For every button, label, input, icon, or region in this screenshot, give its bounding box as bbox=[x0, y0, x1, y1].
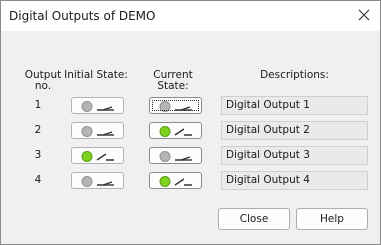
output-number: 1 bbox=[34, 99, 42, 111]
toggle-switch-icon bbox=[159, 151, 192, 162]
header-current-state: Current State: bbox=[147, 70, 199, 92]
description-field-4[interactable]: Digital Output 4 bbox=[221, 171, 368, 190]
state-indicator-light bbox=[159, 101, 171, 112]
state-indicator-light bbox=[81, 126, 93, 137]
window-title: Digital Outputs of DEMO bbox=[9, 9, 156, 23]
initial-state-switch-2[interactable] bbox=[71, 122, 124, 139]
header-current-state-line2: State: bbox=[157, 80, 189, 92]
current-state-switch-2[interactable] bbox=[149, 122, 202, 139]
help-button[interactable]: Help bbox=[296, 208, 368, 230]
toggle-switch-icon bbox=[81, 151, 114, 162]
current-state-switch-3[interactable] bbox=[149, 147, 202, 164]
output-number: 2 bbox=[34, 124, 42, 136]
header-initial-state: Initial State: bbox=[64, 69, 128, 81]
header-descriptions: Descriptions: bbox=[260, 69, 329, 81]
toggle-switch-icon bbox=[81, 176, 114, 187]
state-indicator-light bbox=[81, 176, 93, 187]
output-number: 4 bbox=[34, 174, 42, 186]
toggle-switch-icon bbox=[159, 101, 192, 112]
state-indicator-light bbox=[81, 101, 93, 112]
close-icon[interactable] bbox=[356, 7, 372, 23]
current-state-switch-4[interactable] bbox=[149, 172, 202, 189]
description-field-2[interactable]: Digital Output 2 bbox=[221, 121, 368, 140]
initial-state-switch-1[interactable] bbox=[71, 97, 124, 114]
header-output-no: Output no. bbox=[23, 70, 63, 92]
initial-state-switch-3[interactable] bbox=[71, 147, 124, 164]
state-indicator-light bbox=[81, 151, 93, 162]
toggle-switch-icon bbox=[159, 126, 192, 137]
state-indicator-light bbox=[159, 126, 171, 137]
current-state-switch-1[interactable] bbox=[149, 97, 202, 114]
state-indicator-light bbox=[159, 176, 171, 187]
initial-state-switch-4[interactable] bbox=[71, 172, 124, 189]
title-bar: Digital Outputs of DEMO bbox=[1, 1, 380, 31]
close-button[interactable]: Close bbox=[218, 208, 290, 230]
description-field-3[interactable]: Digital Output 3 bbox=[221, 146, 368, 165]
output-number: 3 bbox=[34, 149, 42, 161]
toggle-switch-icon bbox=[81, 126, 114, 137]
digital-outputs-dialog: Digital Outputs of DEMO Output no. Initi… bbox=[0, 0, 381, 245]
state-indicator-light bbox=[159, 151, 171, 162]
toggle-switch-icon bbox=[81, 101, 114, 112]
description-field-1[interactable]: Digital Output 1 bbox=[221, 96, 368, 115]
toggle-switch-icon bbox=[159, 176, 192, 187]
header-output-no-line2: no. bbox=[34, 80, 52, 92]
